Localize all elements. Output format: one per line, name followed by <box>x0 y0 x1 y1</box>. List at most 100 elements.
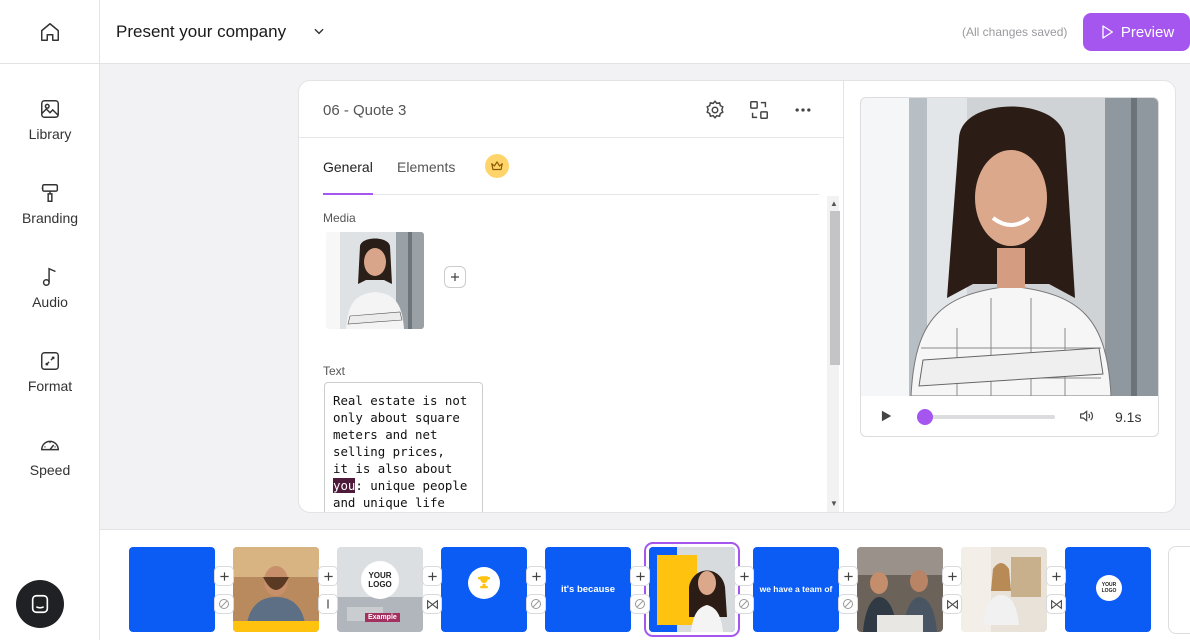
transition-button[interactable] <box>630 594 650 614</box>
slide-thumbnail-3[interactable]: YOUR LOGO Example <box>337 547 423 632</box>
crown-icon <box>491 161 503 171</box>
slide-thumbnail-8[interactable] <box>857 547 943 632</box>
add-slide-button[interactable] <box>422 566 442 586</box>
trophy-icon <box>478 576 490 589</box>
slide-filmstrip: YOUR LOGO Example it's because we have a… <box>100 529 1190 640</box>
scroll-down-arrow[interactable]: ▼ <box>830 499 838 508</box>
video-duration: 9.1s <box>1115 409 1142 425</box>
add-slide-button[interactable] <box>1046 566 1066 586</box>
more-horizontal-icon <box>795 108 811 112</box>
sidebar-item-label: Audio <box>32 294 68 310</box>
no-transition-icon <box>531 599 541 609</box>
add-media-button[interactable] <box>444 266 466 288</box>
paint-roller-icon <box>41 184 59 202</box>
add-slide-button[interactable] <box>734 566 754 586</box>
add-slide-button[interactable] <box>838 566 858 586</box>
preview-button[interactable]: Preview <box>1083 13 1190 51</box>
volume-button[interactable] <box>1077 408 1095 429</box>
add-slide-card[interactable] <box>1168 546 1190 634</box>
plus-icon <box>843 571 853 581</box>
add-slide-button[interactable] <box>318 566 338 586</box>
preview-label: Preview <box>1120 23 1175 41</box>
transition-button[interactable] <box>942 594 962 614</box>
add-slide-button[interactable] <box>630 566 650 586</box>
project-title[interactable]: Present your company <box>116 22 286 42</box>
transition-button[interactable] <box>214 594 234 614</box>
transition-button[interactable] <box>422 594 442 614</box>
editor-header: 06 - Quote 3 <box>299 81 843 138</box>
tab-general[interactable]: General <box>323 159 373 195</box>
slide-thumbnail-5[interactable]: it's because <box>545 547 631 632</box>
slide-text: it's because <box>560 584 615 595</box>
top-bar: Present your company (All changes saved)… <box>100 0 1190 64</box>
slide-thumbnail-7[interactable]: we have a team of <box>753 547 839 632</box>
scroll-up-arrow[interactable]: ▲ <box>830 199 838 208</box>
progress-knob[interactable] <box>917 409 934 425</box>
add-slide-button[interactable] <box>942 566 962 586</box>
editor-scrollbar-thumb[interactable] <box>830 211 840 365</box>
slide-thumbnail-4[interactable] <box>441 547 527 632</box>
slide-thumbnail-1[interactable] <box>129 547 215 632</box>
sidebar-item-speed[interactable]: Speed <box>0 426 100 490</box>
bowtie-transition-icon <box>946 599 958 609</box>
media-thumbnail[interactable] <box>326 232 424 329</box>
transition-button[interactable] <box>1046 594 1066 614</box>
chat-icon <box>31 594 49 614</box>
plus-icon <box>451 273 459 281</box>
plus-icon <box>739 571 749 581</box>
gear-icon <box>706 100 724 119</box>
settings-button[interactable] <box>703 98 727 122</box>
video-frame[interactable] <box>861 98 1159 396</box>
transition-button[interactable] <box>318 594 338 614</box>
home-icon <box>40 22 59 41</box>
sidebar-item-format[interactable]: Format <box>0 342 100 406</box>
sidebar-item-audio[interactable]: Audio <box>0 258 100 322</box>
home-button[interactable] <box>0 0 99 64</box>
play-button[interactable] <box>879 409 893 428</box>
library-icon <box>41 100 59 118</box>
resize-icon <box>41 352 59 370</box>
more-options-button[interactable] <box>791 98 815 122</box>
plus-icon <box>531 571 541 581</box>
no-transition-icon <box>219 599 229 609</box>
slide-thumbnail-2[interactable] <box>233 547 319 632</box>
player-controls: 9.1s <box>861 396 1158 436</box>
tab-elements[interactable]: Elements <box>397 159 455 175</box>
bowtie-transition-icon <box>1050 599 1062 609</box>
slide-thumbnail-6[interactable] <box>644 542 740 637</box>
chevron-down-icon <box>314 28 324 35</box>
plus-icon <box>219 571 229 581</box>
media-image <box>326 232 424 329</box>
text-content-start: Real estate is not only about square met… <box>333 393 468 476</box>
sidebar-item-label: Speed <box>29 462 71 478</box>
progress-track[interactable] <box>917 409 1055 425</box>
add-slide-button[interactable] <box>526 566 546 586</box>
trophy-badge <box>468 567 500 599</box>
plus-icon <box>427 571 437 581</box>
transition-button[interactable] <box>526 594 546 614</box>
slide-image <box>233 547 319 632</box>
slide-image <box>961 547 1047 632</box>
text-highlight: you <box>333 478 356 493</box>
sidebar-item-label: Format <box>27 378 73 394</box>
transition-button[interactable] <box>838 594 858 614</box>
speedometer-icon <box>41 440 59 451</box>
chat-button[interactable] <box>16 580 64 628</box>
save-status: (All changes saved) <box>962 25 1068 39</box>
slide-logo: YOUR LOGO <box>361 561 399 599</box>
quote-text-input[interactable]: Real estate is not only about square met… <box>324 382 483 512</box>
sidebar-item-library[interactable]: Library <box>0 90 100 154</box>
transition-button[interactable] <box>734 594 754 614</box>
no-transition-icon <box>739 599 749 609</box>
add-slide-button[interactable] <box>214 566 234 586</box>
slide-caption: Example <box>365 613 400 622</box>
slide-editor-panel: 06 - Quote 3 General Elements Media Text… <box>298 80 844 513</box>
slide-thumbnail-9[interactable] <box>961 547 1047 632</box>
volume-icon <box>1080 410 1093 422</box>
project-menu-button[interactable] <box>312 24 326 43</box>
play-icon <box>1102 25 1113 39</box>
swap-layout-button[interactable] <box>747 98 771 122</box>
sidebar-item-branding[interactable]: Branding <box>0 174 100 238</box>
slide-thumbnail-10[interactable]: YOUR LOGO <box>1065 547 1151 632</box>
text-label: Text <box>323 364 346 378</box>
